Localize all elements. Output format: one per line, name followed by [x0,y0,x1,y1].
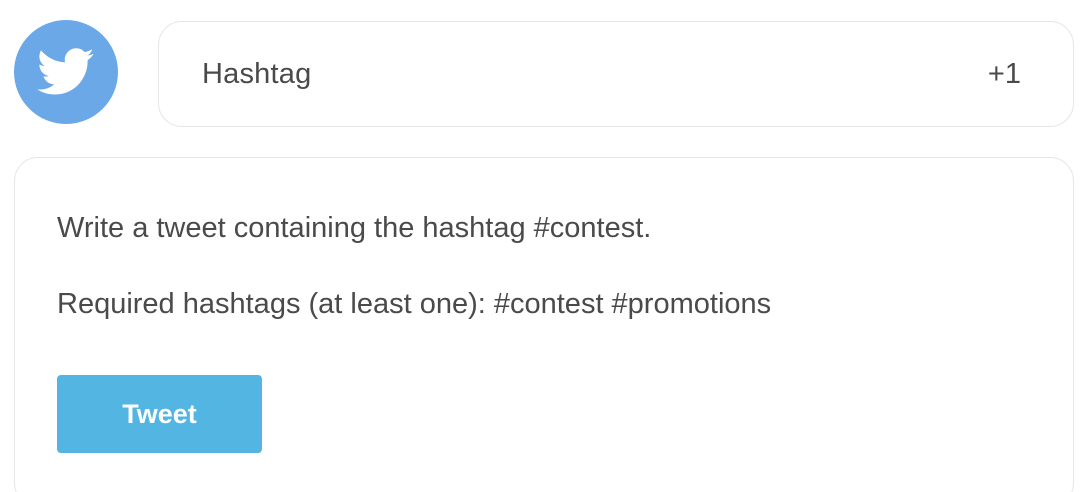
task-header: Hashtag +1 [158,21,1074,127]
required-hashtags: Required hashtags (at least one): #conte… [57,288,772,320]
task-title: Hashtag [202,57,312,90]
task-widget: Hashtag +1 Write a tweet containing the … [0,0,1092,492]
points-badge: +1 [987,57,1021,90]
twitter-avatar [14,20,118,124]
task-instruction: Write a tweet containing the hashtag #co… [57,212,652,244]
tweet-button[interactable]: Tweet [57,375,262,453]
twitter-bird-icon [37,48,94,95]
task-body: Write a tweet containing the hashtag #co… [14,157,1074,492]
